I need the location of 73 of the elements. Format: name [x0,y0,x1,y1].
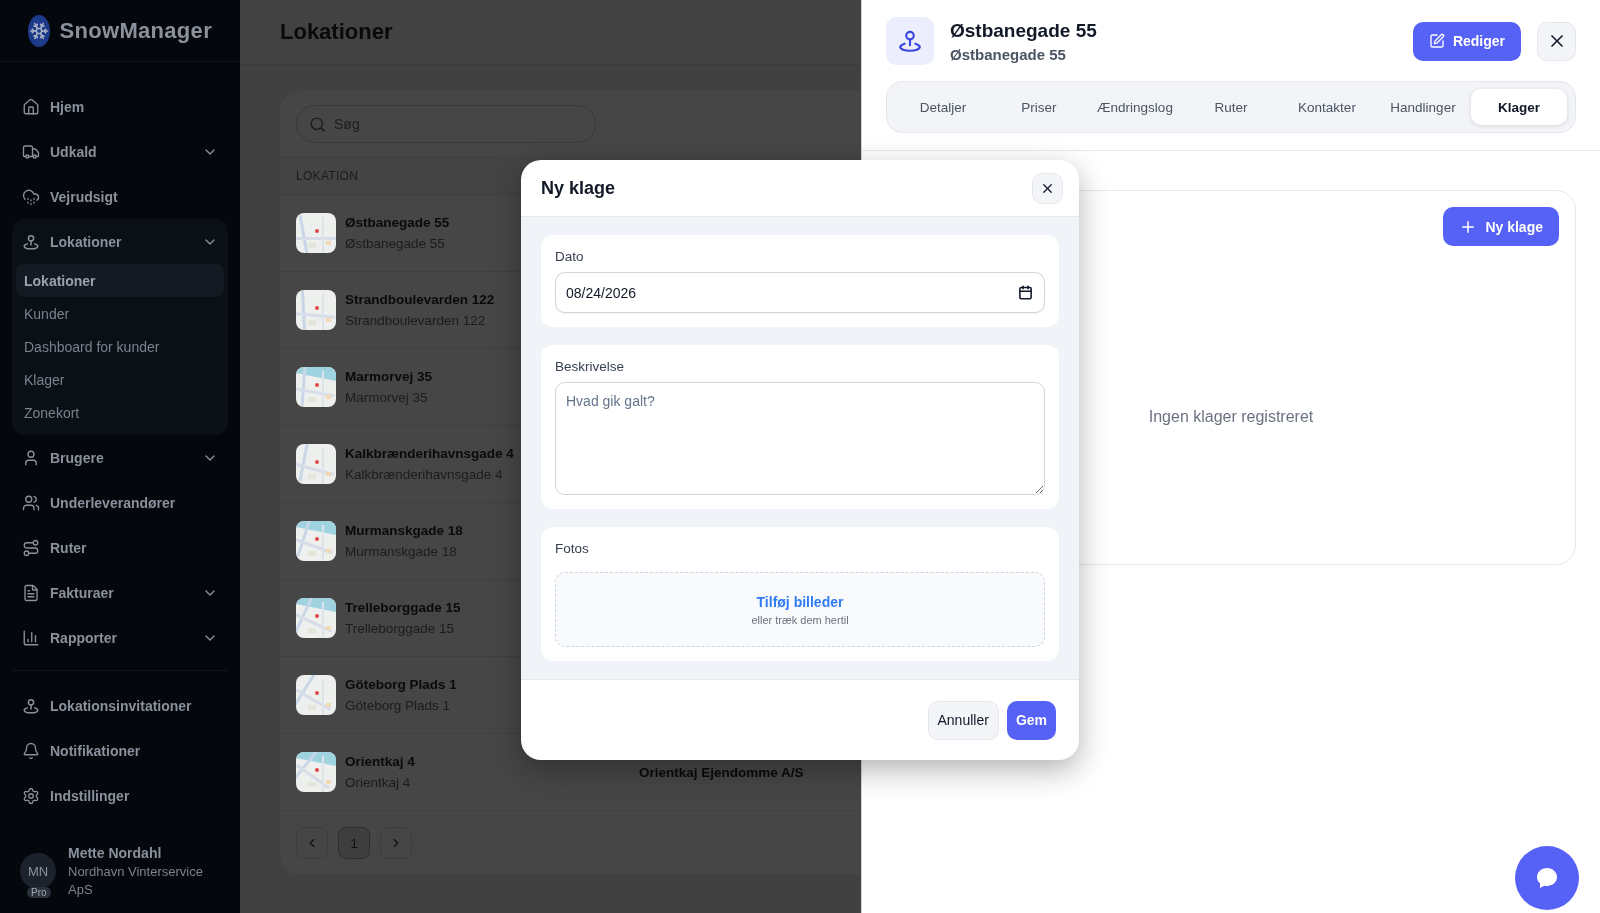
tab[interactable]: Klager [1471,89,1567,125]
new-complaint-button[interactable]: Ny klage [1443,207,1559,246]
tab[interactable]: Ændringslog [1087,89,1183,125]
app-name: SnowManager [59,17,212,44]
location-name: Trelleborggade 15 [345,600,461,615]
sidebar-item[interactable]: Indstillinger [12,773,228,818]
cloud-icon [22,187,40,206]
submenu-item[interactable]: Klager [16,363,224,396]
chat-bubble-icon [1535,866,1559,890]
sidebar-item[interactable]: Lokationsinvitationer [12,683,228,728]
field-label: Dato [555,249,585,264]
panel-subtitle: Østbanegade 55 [950,45,1067,63]
cancel-button[interactable]: Annuller [927,700,999,740]
location-name: Marmorvej 35 [345,369,433,384]
plan-badge: Pro [27,887,51,898]
sidebar-item[interactable]: Rapporter [12,615,228,660]
upload-dropzone[interactable]: Tilføj billeder eller træk dem hertil [555,572,1045,647]
users-icon [22,493,40,512]
calendar-icon[interactable] [1018,285,1033,300]
bar-chart-icon [22,628,40,647]
tab[interactable]: Kontakter [1279,89,1375,125]
sidebar-item[interactable]: Lokationer [12,219,228,264]
company-name: Nordhavn Vinterservice ApS [68,863,204,899]
user-icon [22,448,40,467]
sidebar-item[interactable]: Fakturaer [12,570,228,615]
tab[interactable]: Detaljer [895,89,991,125]
page-title: Lokationer [280,19,393,45]
field-label: Beskrivelse [555,359,626,374]
close-button[interactable] [1537,21,1576,61]
settings-icon [22,786,40,805]
location-name: Østbanegade 55 [345,215,450,230]
sidebar-item[interactable]: Brugere [12,435,228,480]
sidebar-item[interactable]: Underleverandører [12,480,228,525]
pin-icon [22,232,40,251]
location-name: Strandboulevarden 122 [345,292,495,307]
submenu-item[interactable]: Zonekort [16,396,224,429]
edit-button[interactable]: Rediger [1412,21,1521,61]
sidebar-item[interactable]: Notifikationer [12,728,228,773]
submenu-item[interactable]: Dashboard for kunder [16,330,224,363]
sidebar-item[interactable]: Hjem [12,84,228,129]
pin-icon [22,696,40,715]
document-icon [22,583,40,602]
home-icon [22,97,40,116]
save-button[interactable]: Gem [1006,700,1056,740]
tab[interactable]: Handlinger [1375,89,1471,125]
tab[interactable]: Priser [991,89,1087,125]
sidebar-item[interactable]: Ruter [12,525,228,570]
location-name: Murmanskgade 18 [345,523,463,538]
sidebar-item[interactable]: Udkald [12,129,228,174]
description-field[interactable]: Hvad gik galt? [555,382,1045,495]
edit-icon [1428,33,1445,49]
add-images-link[interactable]: Tilføj billeder [756,593,844,610]
location-name: Göteborg Plads 1 [345,677,457,692]
submenu-item[interactable]: Kunder [16,297,224,330]
route-icon [22,538,40,557]
field-label: Fotos [555,541,590,556]
date-field[interactable]: 08/24/2026 [555,272,1045,313]
tab[interactable]: Ruter [1183,89,1279,125]
dialog-title: Ny klage [541,177,616,199]
truck-icon [22,142,40,161]
user-name: Mette Nordahl [68,845,163,861]
snowflake-icon [28,14,50,47]
search-icon [309,115,326,133]
pin-icon [897,28,923,54]
dropzone-hint: eller træk dem hertil [751,613,849,626]
close-button[interactable] [1032,172,1063,204]
empty-message: Ingen klager registreret [1148,408,1314,426]
sidebar-item[interactable]: Vejrudsigt [12,174,228,219]
location-name: Orientkaj 4 [345,754,415,769]
panel-title: Østbanegade 55 [950,19,1098,42]
location-name: Kalkbrænderihavnsgade 4 [345,446,514,461]
bell-icon [22,741,40,760]
submenu-item[interactable]: Lokationer [16,264,224,297]
